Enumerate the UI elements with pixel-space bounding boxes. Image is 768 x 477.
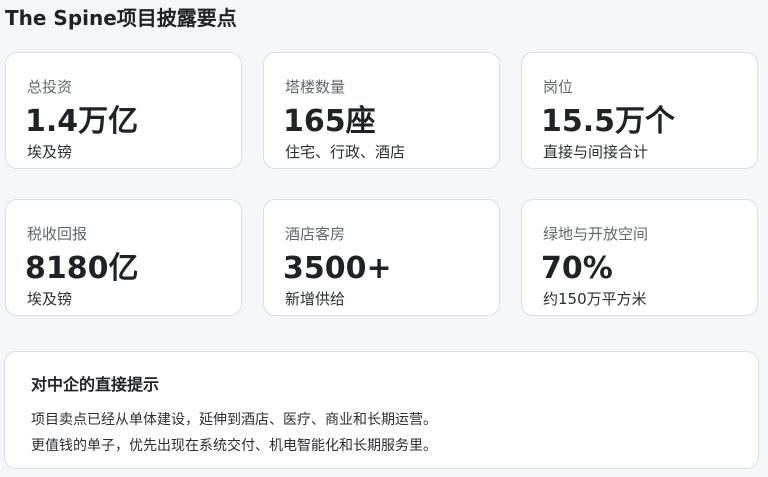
note-line: 更值钱的单子，优先出现在系统交付、机电智能化和长期服务里。 bbox=[31, 438, 437, 454]
stat-label: 塔楼数量 bbox=[285, 78, 346, 96]
stat-value: 15.5万个 bbox=[541, 104, 676, 139]
stat-value: 70% bbox=[541, 251, 613, 286]
stat-card-tax-return: 税收回报 8180亿 埃及镑 bbox=[5, 199, 242, 316]
stat-value: 1.4万亿 bbox=[25, 104, 139, 139]
stat-card-jobs: 岗位 15.5万个 直接与间接合计 bbox=[521, 52, 758, 169]
stat-sub: 新增供给 bbox=[285, 290, 346, 308]
stat-sub: 直接与间接合计 bbox=[543, 143, 649, 161]
stat-sub: 约150万平方米 bbox=[543, 290, 647, 308]
note-card: 对中企的直接提示 项目卖点已经从单体建设，延伸到酒店、医疗、商业和长期运营。 更… bbox=[4, 351, 759, 469]
stat-card-total-investment: 总投资 1.4万亿 埃及镑 bbox=[5, 52, 242, 169]
stat-value: 8180亿 bbox=[25, 251, 139, 286]
stat-label: 岗位 bbox=[543, 78, 574, 96]
note-title: 对中企的直接提示 bbox=[31, 375, 160, 394]
stat-card-hotel-rooms: 酒店客房 3500+ 新增供给 bbox=[263, 199, 500, 316]
stat-value: 165座 bbox=[283, 104, 376, 139]
stat-sub: 埃及镑 bbox=[27, 290, 73, 308]
note-line: 项目卖点已经从单体建设，延伸到酒店、医疗、商业和长期运营。 bbox=[31, 412, 437, 428]
page-title: The Spine项目披露要点 bbox=[5, 6, 237, 30]
stat-sub: 住宅、行政、酒店 bbox=[285, 143, 406, 161]
stat-label: 税收回报 bbox=[27, 225, 88, 243]
stat-value: 3500+ bbox=[283, 251, 392, 286]
stat-sub: 埃及镑 bbox=[27, 143, 73, 161]
stat-label: 总投资 bbox=[27, 78, 73, 96]
stat-label: 绿地与开放空间 bbox=[543, 225, 649, 243]
stat-card-tower-count: 塔楼数量 165座 住宅、行政、酒店 bbox=[263, 52, 500, 169]
stat-card-green-space: 绿地与开放空间 70% 约150万平方米 bbox=[521, 199, 758, 316]
stat-label: 酒店客房 bbox=[285, 225, 346, 243]
